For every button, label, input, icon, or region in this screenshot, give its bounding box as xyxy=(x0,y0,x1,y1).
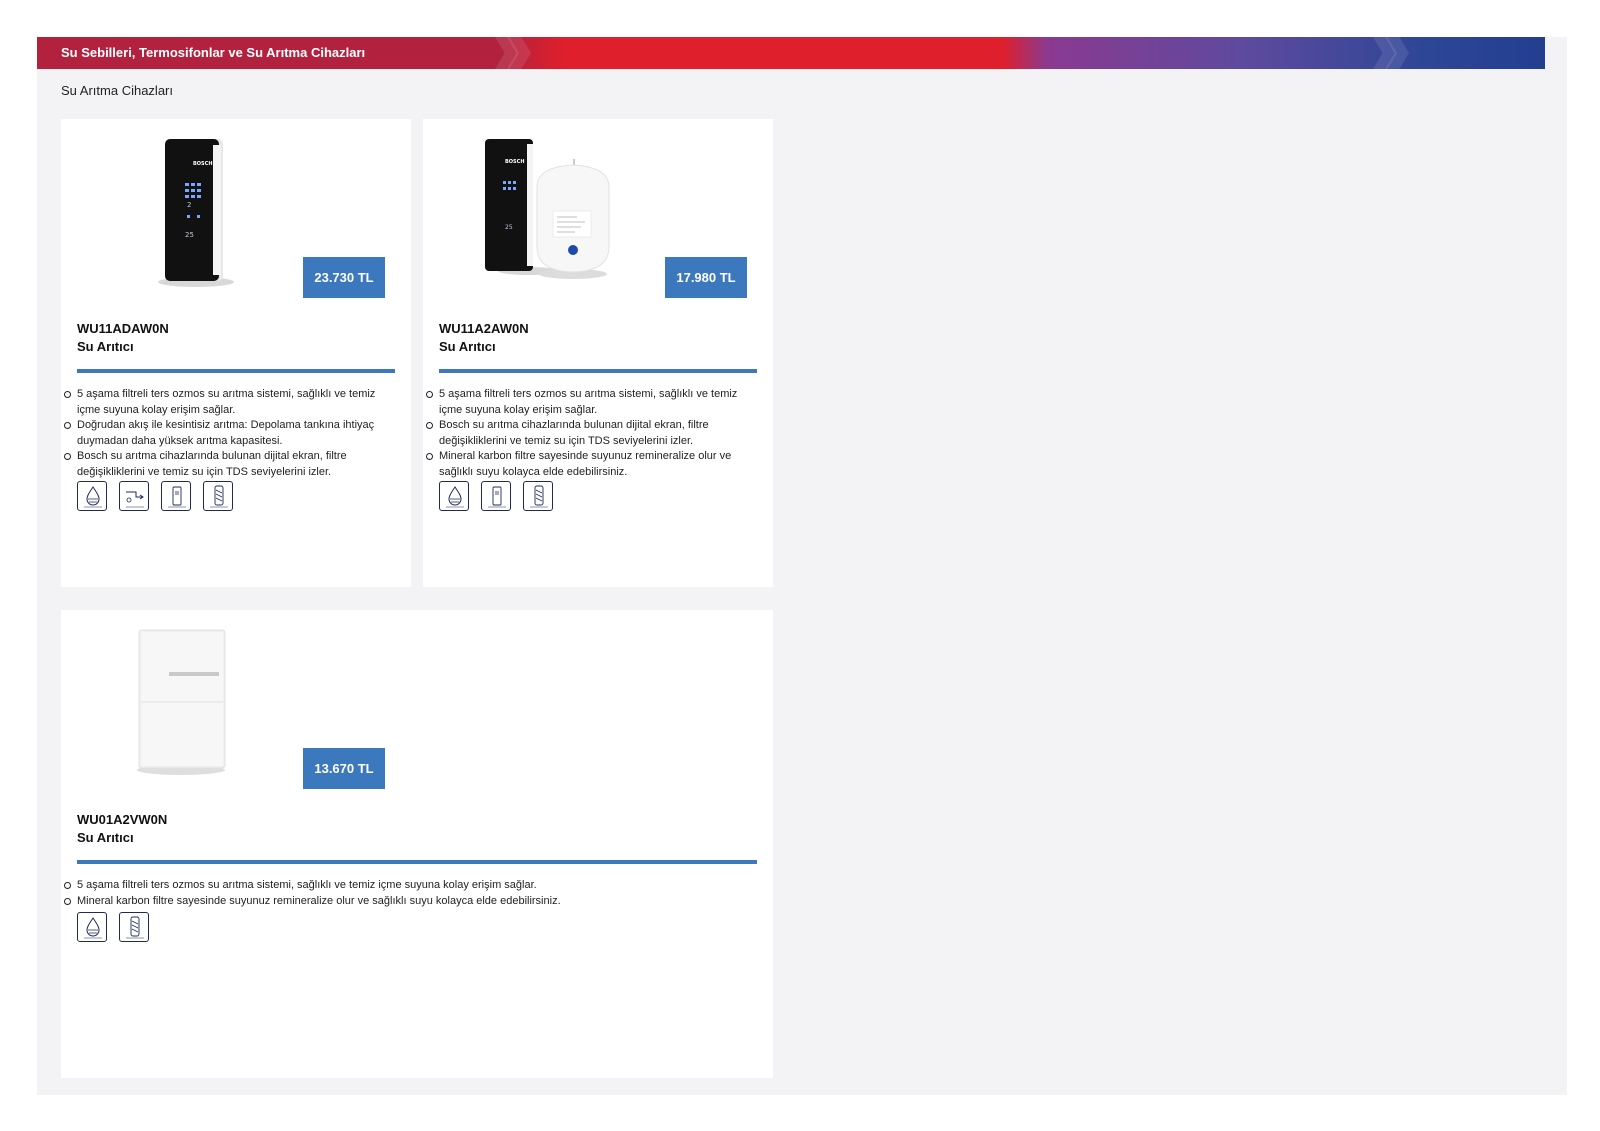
product-card[interactable]: BOSCH 2 25 23.730 TL WU11ADAW0N Su Arıtı… xyxy=(61,119,411,587)
divider xyxy=(77,369,395,373)
product-image-water-purifier: BOSCH 2 25 xyxy=(158,139,234,287)
ro-filter-icon xyxy=(77,912,107,942)
digital-display-icon xyxy=(161,481,191,511)
direct-flow-icon xyxy=(119,481,149,511)
svg-text:BOSCH: BOSCH xyxy=(505,159,525,165)
catalog-page: Su Sebilleri, Termosifonlar ve Su Arıtma… xyxy=(37,37,1567,1095)
feature-item: Bosch su arıtma cihazlarında bulunan dij… xyxy=(426,418,753,449)
price-tag: 17.980 TL xyxy=(665,257,747,298)
ro-filter-icon xyxy=(77,481,107,511)
feature-item: Mineral karbon filtre sayesinde suyunuz … xyxy=(426,449,753,480)
divider xyxy=(439,369,757,373)
product-model: WU01A2VW0N xyxy=(77,812,168,827)
feature-item: 5 aşama filtreli ters ozmos su arıtma si… xyxy=(64,387,391,418)
product-card[interactable]: 13.670 TL WU01A2VW0N Su Arıtıcı 5 aşama … xyxy=(61,610,773,1078)
product-type: Su Arıtıcı xyxy=(77,339,134,354)
feature-list: 5 aşama filtreli ters ozmos su arıtma si… xyxy=(426,387,753,480)
section-title: Su Arıtma Cihazları xyxy=(61,83,173,98)
category-banner: Su Sebilleri, Termosifonlar ve Su Arıtma… xyxy=(37,37,1545,69)
svg-text:2: 2 xyxy=(187,201,191,209)
feature-icons xyxy=(77,481,233,511)
svg-text:25: 25 xyxy=(185,231,194,239)
feature-list: 5 aşama filtreli ters ozmos su arıtma si… xyxy=(64,878,747,910)
mineral-filter-icon xyxy=(203,481,233,511)
ro-filter-icon xyxy=(439,481,469,511)
product-model: WU11ADAW0N xyxy=(77,321,169,336)
feature-icons xyxy=(439,481,553,511)
banner-title: Su Sebilleri, Termosifonlar ve Su Arıtma… xyxy=(61,45,366,60)
price-tag: 23.730 TL xyxy=(303,257,385,298)
product-image-compact-purifier xyxy=(137,629,226,775)
mineral-filter-icon xyxy=(523,481,553,511)
mineral-filter-icon xyxy=(119,912,149,942)
feature-item: Bosch su arıtma cihazlarında bulunan dij… xyxy=(64,449,391,480)
feature-item: Mineral karbon filtre sayesinde suyunuz … xyxy=(64,894,747,910)
svg-text:25: 25 xyxy=(505,224,513,231)
svg-text:BOSCH: BOSCH xyxy=(193,161,213,167)
product-model: WU11A2AW0N xyxy=(439,321,529,336)
product-image-water-purifier-with-tank: BOSCH 25 xyxy=(485,139,610,279)
feature-list: 5 aşama filtreli ters ozmos su arıtma si… xyxy=(64,387,391,480)
product-type: Su Arıtıcı xyxy=(439,339,496,354)
product-type: Su Arıtıcı xyxy=(77,830,134,845)
feature-item: 5 aşama filtreli ters ozmos su arıtma si… xyxy=(64,878,747,894)
feature-item: 5 aşama filtreli ters ozmos su arıtma si… xyxy=(426,387,753,418)
product-card[interactable]: BOSCH 25 17.980 TL WU11A2AW0N Su Arıtıcı… xyxy=(423,119,773,587)
divider xyxy=(77,860,757,864)
feature-item: Doğrudan akış ile kesintisiz arıtma: Dep… xyxy=(64,418,391,449)
digital-display-icon xyxy=(481,481,511,511)
price-tag: 13.670 TL xyxy=(303,748,385,789)
feature-icons xyxy=(77,912,149,942)
